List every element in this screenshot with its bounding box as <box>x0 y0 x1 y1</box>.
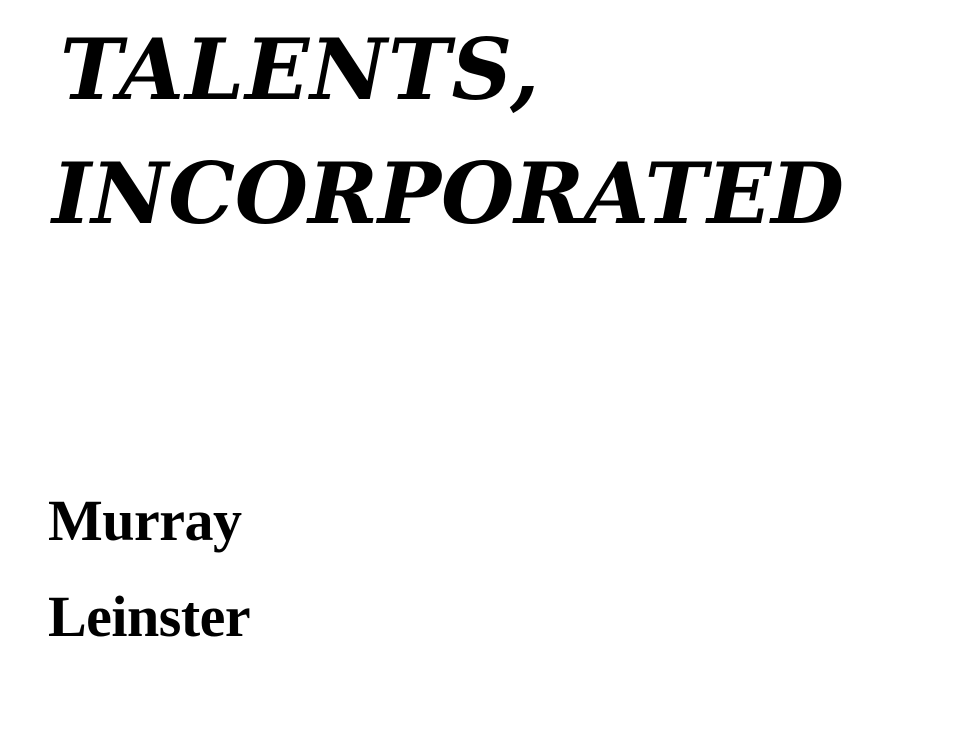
author-last-name: Leinster <box>48 584 251 649</box>
book-title-line-2: INCORPORATED <box>52 144 845 243</box>
book-title-line-1: TALENTS, <box>60 20 541 119</box>
author-first-name: Murray <box>48 488 242 553</box>
